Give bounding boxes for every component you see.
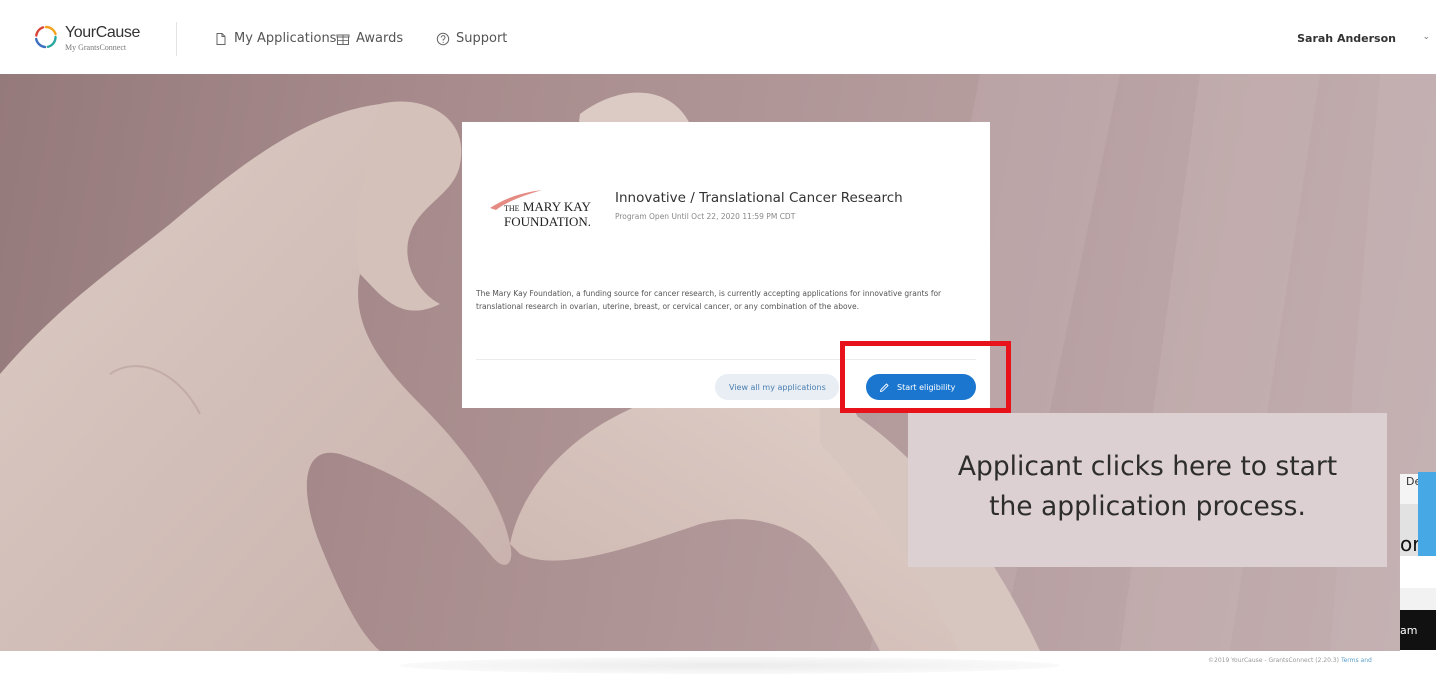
view-all-applications-button[interactable]: View all my applications (715, 374, 839, 400)
overlap-window-body (1400, 556, 1436, 588)
terms-link[interactable]: Terms and (1341, 657, 1372, 664)
nav-awards[interactable]: Awards (336, 31, 403, 46)
nav-label: Awards (356, 31, 404, 46)
help-circle-icon (436, 32, 450, 45)
yourcause-ring-icon (35, 25, 57, 49)
program-description: The Mary Kay Foundation, a funding sourc… (476, 289, 942, 311)
brand-subtitle: My GrantsConnect (65, 43, 127, 52)
brand-name: YourCause (65, 24, 140, 41)
gift-icon (336, 34, 350, 45)
overlap-bar-text: am (1400, 624, 1418, 637)
top-navigation-bar: YourCause My GrantsConnect My Applicatio… (0, 0, 1436, 74)
overlap-window-strip (1400, 588, 1436, 610)
program-deadline: Program Open Until Oct 22, 2020 11:59 PM… (615, 212, 796, 221)
nav-support[interactable]: Support (436, 31, 507, 46)
mary-kay-foundation-logo: THE MARY KAY FOUNDATION. (482, 182, 602, 234)
nav-my-applications[interactable]: My Applications (214, 31, 336, 46)
instruction-callout: Applicant clicks here to start the appli… (908, 413, 1387, 567)
copyright-text: ©2019 YourCause - GrantsConnect (2.20.3)… (1208, 657, 1372, 664)
overlap-window-dark-bar: am (1400, 610, 1436, 650)
highlight-box (840, 341, 1011, 413)
logo-line-2: FOUNDATION. (504, 214, 592, 229)
nav-label: My Applications (234, 31, 337, 46)
overlap-window-bottom (1400, 650, 1436, 674)
program-title: Innovative / Translational Cancer Resear… (615, 190, 903, 206)
button-label: View all my applications (729, 382, 826, 392)
callout-line-1: Applicant clicks here to start (957, 451, 1338, 482)
yourcause-logo[interactable]: YourCause My GrantsConnect (34, 24, 144, 56)
user-menu-name[interactable]: Sarah Anderson (1297, 32, 1396, 45)
header-divider (176, 22, 177, 56)
footer-shadow (400, 657, 1060, 674)
document-icon (216, 32, 226, 45)
callout-line-2: the application process. (989, 491, 1306, 522)
nav-label: Support (456, 31, 508, 46)
chevron-down-icon[interactable]: ⌄ (1422, 32, 1430, 42)
logo-line-1: THE MARY KAY (504, 199, 591, 214)
overlap-window-accent (1418, 472, 1436, 556)
